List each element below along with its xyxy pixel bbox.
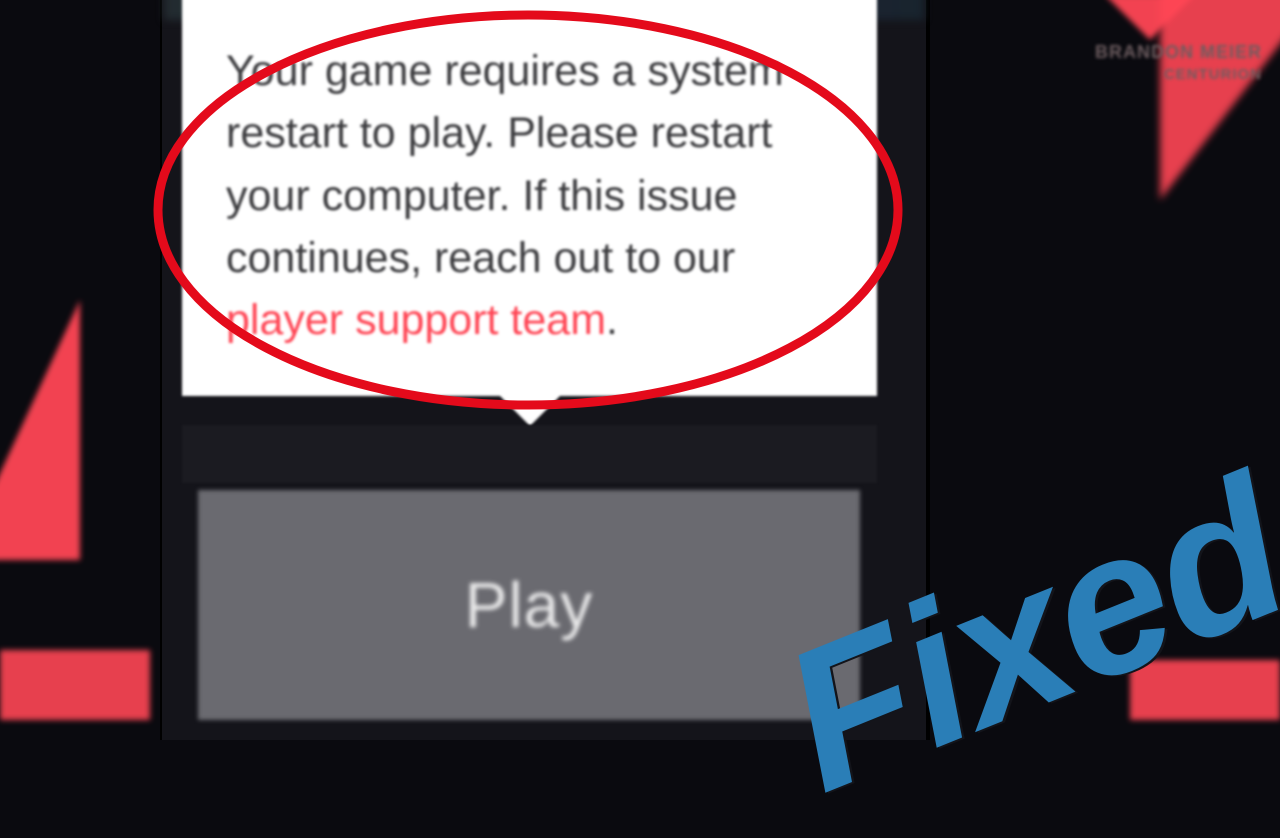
player-name-label: BRANDON MEIER	[1095, 42, 1262, 63]
player-support-link[interactable]: player support team	[226, 296, 606, 344]
tooltip-body-prefix: Your game requires a system restart to p…	[226, 47, 784, 282]
bg-triangle-left	[0, 300, 80, 560]
player-subtitle-label: CENTURION	[1164, 66, 1262, 83]
play-button[interactable]: Play	[198, 490, 860, 720]
bg-bar-bottom-left	[0, 650, 150, 720]
play-button-label: Play	[465, 568, 594, 642]
bg-triangle-top-right	[1105, 0, 1195, 40]
bg-bar-bottom-right	[1130, 660, 1280, 720]
restart-required-tooltip: Your game requires a system restart to p…	[182, 0, 877, 396]
tooltip-message: Your game requires a system restart to p…	[226, 40, 837, 352]
tooltip-body-suffix: .	[606, 296, 618, 344]
launcher-gap	[182, 425, 877, 483]
